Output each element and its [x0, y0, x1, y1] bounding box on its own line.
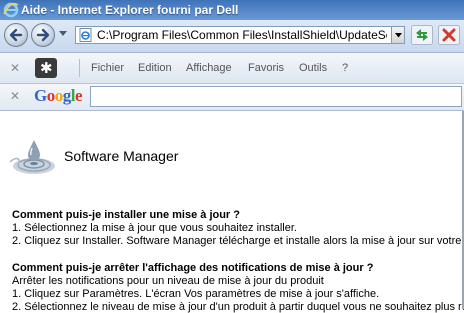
software-manager-logo-icon: [9, 140, 55, 174]
google-logo-letter: g: [62, 86, 72, 105]
google-logo[interactable]: Google: [34, 86, 83, 106]
menu-fichier[interactable]: Fichier: [91, 62, 124, 74]
toolbar-app-button[interactable]: ✱: [35, 58, 57, 78]
asterisk-icon: ✱: [40, 59, 53, 77]
page-title: Software Manager: [64, 148, 179, 164]
menu-bar: ✕ ✱ Fichier Edition Affichage Favoris Ou…: [0, 53, 464, 84]
arrow-right-icon: [36, 28, 50, 42]
menu-affichage[interactable]: Affichage: [186, 62, 232, 74]
faq-answer-line: 1. Sélectionnez la mise à jour que vous …: [12, 222, 297, 234]
faq-question: Comment puis-je installer une mise à jou…: [12, 209, 240, 221]
forward-button[interactable]: [31, 23, 55, 47]
toolbar-close-button[interactable]: ✕: [10, 61, 20, 75]
address-dropdown-button[interactable]: [391, 26, 405, 44]
google-logo-letter: o: [54, 86, 64, 105]
google-toolbar-close-button[interactable]: ✕: [10, 89, 20, 103]
menu-help[interactable]: ?: [342, 62, 348, 74]
faq-answer-line: 2. Sélectionnez le niveau de mise à jour…: [12, 301, 464, 313]
address-url: C:\Program Files\Common Files\InstallShi…: [97, 28, 387, 42]
google-toolbar: ✕ Google: [0, 84, 464, 111]
stop-icon[interactable]: [438, 25, 460, 45]
internet-explorer-icon: [3, 2, 19, 18]
faq-answer-line: Arrêter les notifications pour un niveau…: [12, 275, 324, 287]
menu-favoris[interactable]: Favoris: [248, 62, 284, 74]
page-content: Software Manager Comment puis-je install…: [0, 111, 464, 313]
faq-answer-line: 2. Cliquez sur Installer. Software Manag…: [12, 235, 464, 247]
menu-edition[interactable]: Edition: [138, 62, 172, 74]
google-logo-letter: o: [46, 86, 56, 105]
google-logo-letter: e: [74, 86, 83, 105]
arrow-left-icon: [9, 28, 23, 42]
toolbar-separator: [79, 59, 80, 77]
window-title: Aide - Internet Explorer fourni par Dell: [21, 3, 239, 17]
refresh-icon[interactable]: [411, 25, 433, 45]
faq-answer-line: 1. Cliquez sur Paramètres. L'écran Vos p…: [12, 288, 380, 300]
menu-outils[interactable]: Outils: [299, 62, 327, 74]
navigation-bar: C:\Program Files\Common Files\InstallShi…: [0, 20, 464, 53]
title-bar[interactable]: Aide - Internet Explorer fourni par Dell: [0, 0, 464, 20]
page-ie-icon: [79, 28, 92, 42]
google-search-input[interactable]: [90, 86, 462, 107]
address-field[interactable]: C:\Program Files\Common Files\InstallShi…: [75, 26, 392, 44]
chevron-down-icon: [395, 33, 402, 38]
back-button[interactable]: [4, 23, 28, 47]
faq-question: Comment puis-je arrêter l'affichage des …: [12, 262, 374, 274]
google-logo-letter: G: [34, 86, 47, 105]
history-dropdown-icon[interactable]: [59, 31, 67, 37]
